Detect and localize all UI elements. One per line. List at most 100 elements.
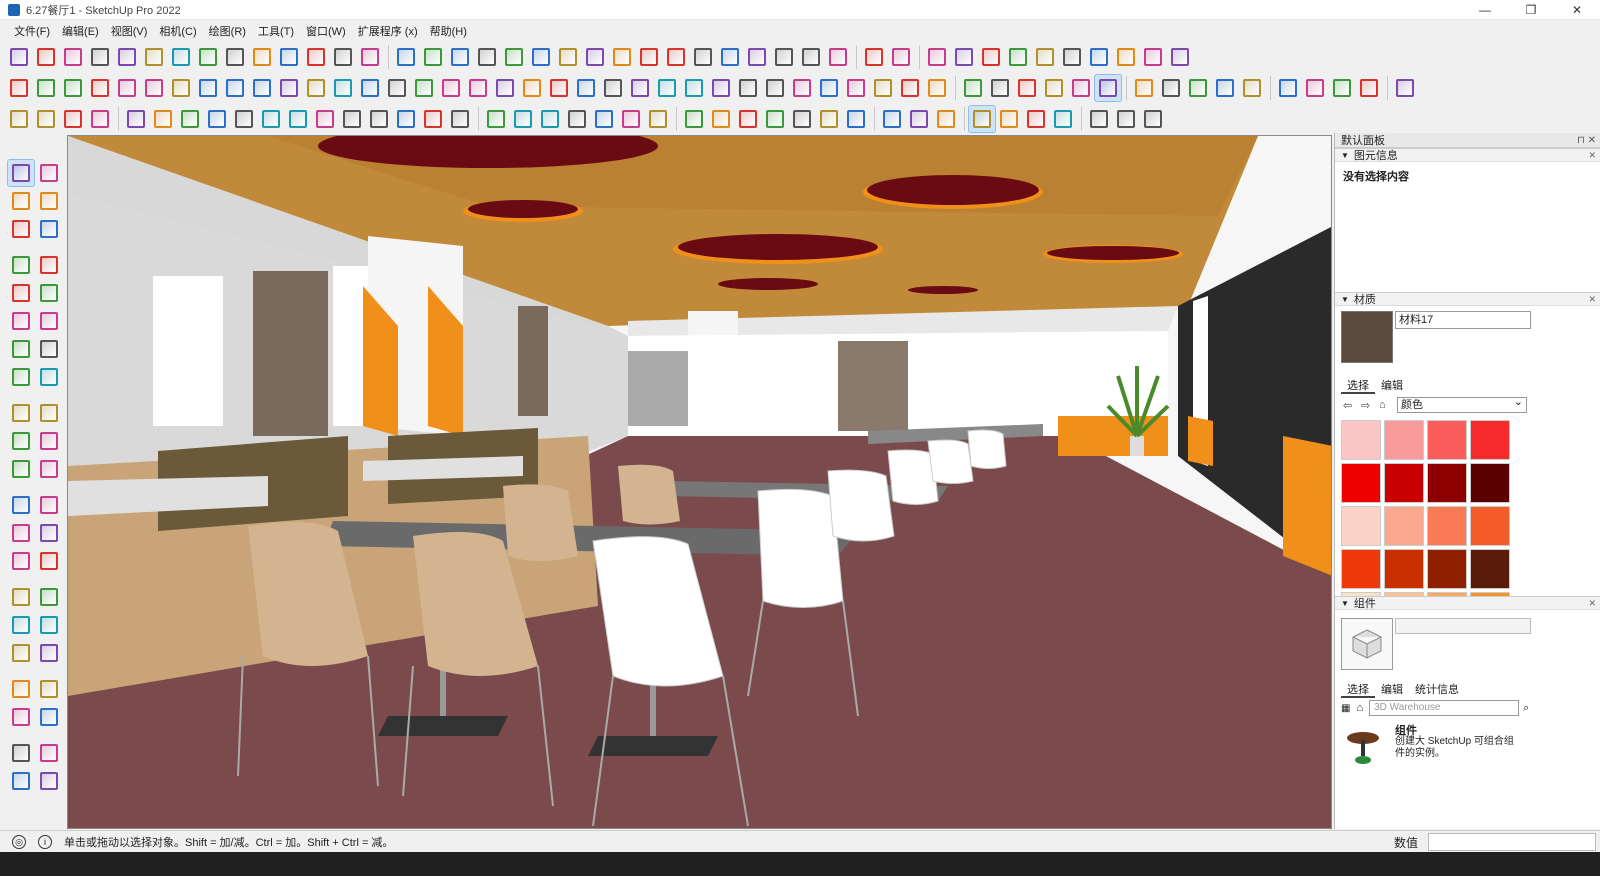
color-swatch[interactable] xyxy=(1470,549,1510,589)
trefoil-button[interactable] xyxy=(735,75,761,101)
grid-button[interactable] xyxy=(690,44,716,70)
tape-button[interactable] xyxy=(36,216,62,242)
half-sphere-button[interactable] xyxy=(627,75,653,101)
entity-info-header[interactable]: ▼ 图元信息 ✕ xyxy=(1335,148,1600,162)
cube-stack-button[interactable] xyxy=(411,75,437,101)
cube-grid-button[interactable] xyxy=(195,75,221,101)
stairs-c-button[interactable] xyxy=(204,106,230,132)
corner-button[interactable] xyxy=(303,75,329,101)
eraser-button[interactable] xyxy=(36,188,62,214)
sandbox-c-button[interactable] xyxy=(36,768,62,794)
zoom-window-button[interactable] xyxy=(36,612,62,638)
menu-item[interactable]: 视图(V) xyxy=(105,23,154,39)
color-swatch[interactable] xyxy=(1384,506,1424,546)
sheet-button[interactable] xyxy=(870,75,896,101)
gear-button[interactable] xyxy=(87,44,113,70)
color-swatch[interactable] xyxy=(1427,420,1467,460)
color-swatch[interactable] xyxy=(1470,506,1510,546)
cube-b-button[interactable] xyxy=(384,75,410,101)
dimension-button[interactable] xyxy=(888,44,914,70)
menu-item[interactable]: 编辑(E) xyxy=(56,23,105,39)
pillars-button[interactable] xyxy=(645,106,671,132)
tab[interactable]: 选择 xyxy=(1341,378,1375,394)
pattern-button[interactable] xyxy=(717,44,743,70)
flow-button[interactable] xyxy=(276,75,302,101)
menu-item[interactable]: 相机(C) xyxy=(153,23,202,39)
geo-location-icon[interactable]: ◎ xyxy=(12,834,26,849)
3d-viewport[interactable] xyxy=(67,135,1332,829)
rotated-rect-button[interactable] xyxy=(36,280,62,306)
spiral-b-button[interactable] xyxy=(564,106,590,132)
color-swatch[interactable] xyxy=(1341,463,1381,503)
view-options-icon[interactable]: ▦ xyxy=(1341,703,1350,714)
cloud-c-button[interactable] xyxy=(1050,106,1076,132)
orbit-button[interactable] xyxy=(60,44,86,70)
block-button[interactable] xyxy=(447,106,473,132)
rings-button[interactable] xyxy=(681,75,707,101)
component-list-item[interactable]: 组件 创建大 SketchUp 可组合组件的实例。 xyxy=(1335,718,1600,774)
paint-bucket-button[interactable] xyxy=(393,44,419,70)
component-c-button[interactable] xyxy=(528,44,554,70)
ring-char-button[interactable] xyxy=(906,106,932,132)
wand-button[interactable] xyxy=(978,44,1004,70)
panel-close-icon[interactable]: ✕ xyxy=(1588,598,1596,609)
hook-button[interactable] xyxy=(1086,44,1112,70)
3d-text-button[interactable] xyxy=(303,44,329,70)
tray-controls-icon[interactable]: ⊓ ✕ xyxy=(1577,135,1596,146)
arrow-tool-button[interactable] xyxy=(60,75,86,101)
close-button[interactable]: ✕ xyxy=(1554,0,1600,20)
move-button[interactable] xyxy=(8,400,34,426)
layers-b-button[interactable] xyxy=(8,768,34,794)
home-icon[interactable]: ⌂ xyxy=(1379,399,1393,411)
footprints-button[interactable] xyxy=(8,704,34,730)
cloud-button[interactable] xyxy=(968,105,996,133)
scale-button[interactable] xyxy=(8,456,34,482)
previous-button[interactable] xyxy=(36,640,62,666)
table-button[interactable] xyxy=(879,106,905,132)
target-button[interactable] xyxy=(987,75,1013,101)
arc-button[interactable] xyxy=(8,336,34,362)
s-curve-button[interactable] xyxy=(897,75,923,101)
window-button[interactable] xyxy=(744,44,770,70)
chain-button[interactable] xyxy=(510,106,536,132)
frame-button[interactable] xyxy=(825,44,851,70)
component-d-button[interactable] xyxy=(555,44,581,70)
dash-button[interactable] xyxy=(1329,75,1355,101)
curve-button[interactable] xyxy=(87,75,113,101)
text-box-button[interactable] xyxy=(771,44,797,70)
wave-button[interactable] xyxy=(537,106,563,132)
section-plane-button[interactable] xyxy=(36,704,62,730)
cloud-search-button[interactable] xyxy=(996,106,1022,132)
resize-button[interactable] xyxy=(1086,106,1112,132)
axis-r-button[interactable] xyxy=(546,75,572,101)
timer-b-button[interactable] xyxy=(843,106,869,132)
pen-button[interactable] xyxy=(762,106,788,132)
axis-v-button[interactable] xyxy=(573,75,599,101)
menu-item[interactable]: 文件(F) xyxy=(8,23,56,39)
component-a-button[interactable] xyxy=(474,44,500,70)
axes-button[interactable] xyxy=(8,548,34,574)
pipe-button[interactable] xyxy=(285,106,311,132)
line-tool-button[interactable] xyxy=(861,44,887,70)
bars-button[interactable] xyxy=(87,106,113,132)
dot-button[interactable] xyxy=(1275,75,1301,101)
refresh-button[interactable] xyxy=(1140,106,1166,132)
3d-text-button[interactable] xyxy=(36,548,62,574)
frames-b-button[interactable] xyxy=(393,106,419,132)
paint-button[interactable] xyxy=(8,188,34,214)
panel-close-icon[interactable]: ✕ xyxy=(1588,150,1596,161)
axis-y-button[interactable] xyxy=(492,75,518,101)
arc-c-button[interactable] xyxy=(8,364,34,390)
brush-b-button[interactable] xyxy=(789,106,815,132)
board-button[interactable] xyxy=(312,106,338,132)
rotate-button[interactable] xyxy=(1005,44,1031,70)
split-button[interactable] xyxy=(123,106,149,132)
color-swatch[interactable] xyxy=(1427,463,1467,503)
s-curve-red-button[interactable] xyxy=(924,75,950,101)
select-red-button[interactable] xyxy=(1140,44,1166,70)
select-button[interactable] xyxy=(6,44,32,70)
torus-button[interactable] xyxy=(654,75,680,101)
scissors-button[interactable] xyxy=(951,44,977,70)
knife-button[interactable] xyxy=(1059,44,1085,70)
triangle-button[interactable] xyxy=(681,106,707,132)
